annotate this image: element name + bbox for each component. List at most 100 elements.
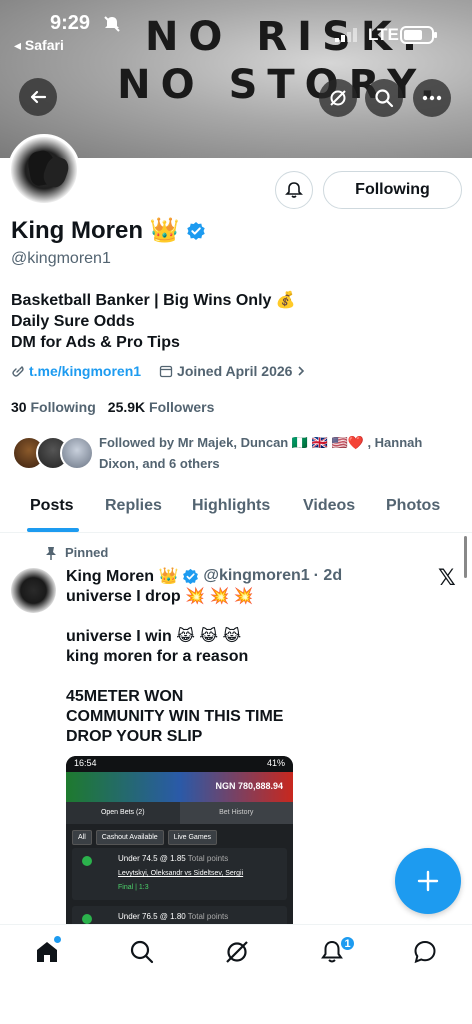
profile-tabs: Posts Replies Highlights Videos Photos — [0, 487, 472, 533]
notifications-toggle-button[interactable] — [275, 171, 313, 209]
bottom-navigation: 1 — [0, 924, 472, 1024]
search-icon — [130, 940, 154, 964]
scrollbar[interactable] — [464, 536, 467, 578]
media-bet-card: Under 74.5 @ 1.85 Total points Levytskyi… — [72, 848, 287, 900]
bell-slash-icon — [104, 16, 120, 32]
profile-avatar[interactable] — [8, 134, 80, 206]
media-bet-status: Final | 1:3 — [118, 884, 149, 891]
compose-post-button[interactable] — [395, 848, 461, 914]
media-bet-pick: Under 74.5 @ 1.85 — [118, 854, 186, 863]
profile-name-text: King Moren 👑 — [11, 217, 180, 244]
profile-joined[interactable]: Joined April 2026 — [159, 363, 306, 379]
verified-badge-icon — [183, 568, 199, 584]
post-timestamp[interactable]: · 2d — [314, 567, 342, 585]
search-icon — [375, 89, 394, 108]
profile-stats: 30 Following 25.9K Followers — [11, 399, 214, 415]
profile-banner[interactable]: NO RISK. NO STORY. 9:29 ◂ Safari LTE — [0, 0, 472, 158]
post-line — [66, 667, 426, 687]
home-unread-dot — [54, 936, 61, 943]
check-icon — [82, 914, 92, 924]
post-media-image[interactable]: 16:54 41% NGN 780,888.94 Open Bets (2) B… — [66, 756, 293, 924]
post-header: King Moren 👑 @kingmoren1 · 2d — [66, 566, 342, 586]
post-line: COMMUNITY WIN THIS TIME — [66, 708, 284, 725]
joined-text: Joined April 2026 — [177, 363, 293, 379]
media-status-time: 16:54 — [74, 758, 97, 768]
more-dots-icon — [422, 95, 442, 101]
status-time: 9:29 — [50, 12, 91, 34]
following-count: 30 — [11, 399, 27, 415]
post-author-avatar[interactable] — [11, 568, 56, 613]
media-bet-pick: Under 76.5 @ 1.80 — [118, 912, 186, 921]
media-bet-match: Levytskyi, Oleksandr vs Sideltsev, Sergi… — [118, 870, 244, 877]
followed-by-text[interactable]: Followed by Mr Majek, Duncan 🇳🇬 🇬🇧 🇺🇸❤️ … — [99, 432, 459, 474]
battery-icon — [400, 26, 437, 44]
avatar — [60, 436, 94, 470]
post-line: king moren for a reason — [66, 648, 249, 665]
pin-icon — [46, 546, 56, 560]
profile-bio: Basketball Banker | Big Wins Only 💰 Dail… — [11, 290, 296, 353]
following-button[interactable]: Following — [323, 171, 462, 209]
media-filter-chip: Live Games — [167, 830, 218, 845]
media-bet-line: Under 76.5 @ 1.80 Total points — [118, 912, 228, 921]
media-tab-open-bets: Open Bets (2) — [66, 802, 180, 824]
nav-grok[interactable] — [222, 937, 252, 967]
profile-website-link[interactable]: t.me/kingmoren1 — [29, 363, 141, 379]
more-options-button[interactable] — [413, 79, 451, 117]
chevron-right-icon — [298, 366, 305, 376]
back-to-safari-link[interactable]: ◂ Safari — [14, 37, 64, 54]
followers-count: 25.9K — [107, 399, 146, 415]
followers-stat[interactable]: 25.9K Followers — [108, 399, 215, 415]
media-status-battery: 41% — [266, 758, 285, 768]
profile-handle: @kingmoren1 — [11, 250, 111, 267]
nav-search[interactable] — [127, 937, 157, 967]
media-filters: All Cashout Available Live Games — [72, 830, 218, 845]
post-author-name[interactable]: King Moren 👑 — [66, 566, 178, 586]
tab-posts[interactable]: Posts — [30, 497, 74, 515]
grok-button[interactable] — [319, 79, 357, 117]
tab-videos[interactable]: Videos — [303, 497, 355, 515]
search-button[interactable] — [365, 79, 403, 117]
verified-badge-icon[interactable] — [186, 221, 206, 241]
bio-line: DM for Ads & Pro Tips — [11, 334, 180, 351]
media-bet-line: Under 74.5 @ 1.85 Total points — [118, 854, 228, 863]
pinned-label-row: Pinned — [45, 545, 108, 560]
signal-icon — [335, 28, 357, 42]
media-filter-chip: Cashout Available — [95, 830, 164, 845]
back-button[interactable] — [19, 78, 57, 116]
media-bet-market: Total points — [187, 854, 229, 863]
bio-line: Daily Sure Odds — [11, 313, 135, 330]
following-label: Following — [30, 399, 96, 415]
active-tab-indicator — [27, 528, 79, 532]
post-line: universe I drop 💥 💥 💥 — [66, 588, 254, 605]
check-icon — [82, 856, 92, 866]
grok-icon — [226, 941, 248, 963]
link-icon — [12, 366, 24, 377]
post-line: DROP YOUR SLIP — [66, 728, 203, 745]
media-tab-bet-history: Bet History — [179, 802, 293, 824]
post-author-handle[interactable]: @kingmoren1 — [203, 567, 309, 585]
post-text: universe I drop 💥 💥 💥 universe I win 😹 😹… — [66, 587, 426, 747]
media-status-bar: 16:54 41% — [66, 756, 293, 772]
post-line: 45METER WON — [66, 688, 184, 705]
media-header: NGN 780,888.94 — [66, 772, 293, 802]
bio-line: Basketball Banker | Big Wins Only 💰 — [11, 292, 296, 309]
pinned-label: Pinned — [65, 545, 109, 560]
grok-icon — [330, 90, 346, 106]
x-logo-icon: 𝕏 — [438, 566, 456, 591]
following-stat[interactable]: 30 Following — [11, 399, 96, 415]
media-tabs: Open Bets (2) Bet History — [66, 802, 293, 824]
tab-replies[interactable]: Replies — [105, 497, 162, 515]
banner-text-line2: NO STORY. — [117, 62, 445, 108]
bell-plus-icon — [285, 182, 303, 198]
profile-display-name: King Moren 👑 — [11, 216, 206, 245]
nav-messages[interactable] — [410, 937, 440, 967]
media-bet-market: Total points — [187, 912, 229, 921]
followed-by-avatars[interactable] — [12, 436, 94, 472]
followers-label: Followers — [149, 399, 215, 415]
tab-photos[interactable]: Photos — [386, 497, 440, 515]
network-type: LTE — [368, 25, 399, 44]
calendar-icon — [159, 365, 173, 378]
media-bet-card: Under 76.5 @ 1.80 Total points — [72, 906, 287, 924]
tab-highlights[interactable]: Highlights — [192, 497, 270, 515]
arrow-left-icon — [30, 90, 47, 104]
